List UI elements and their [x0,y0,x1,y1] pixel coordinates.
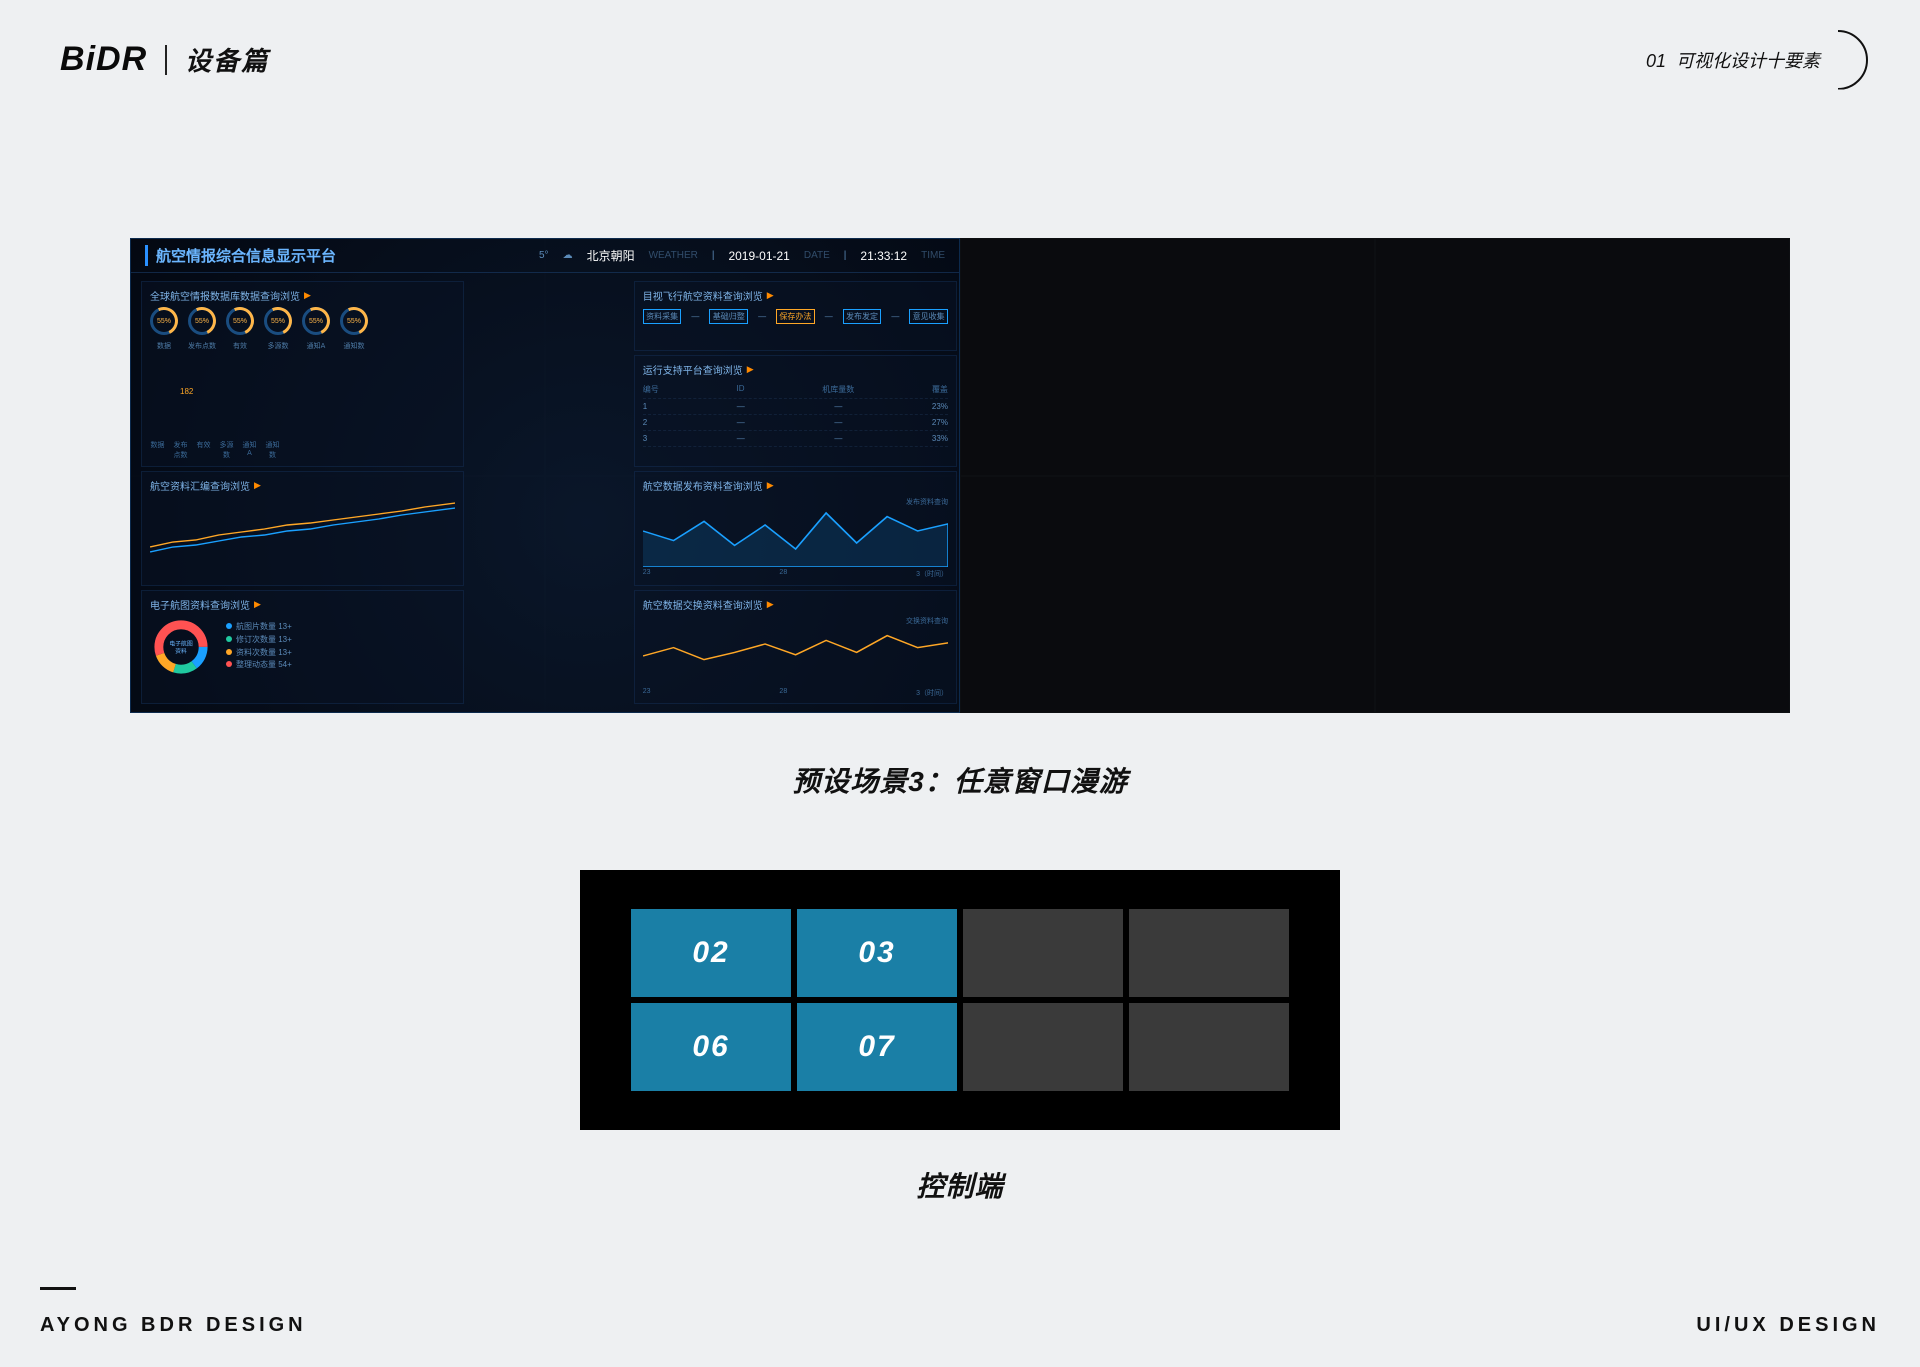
chevron-right-icon: ▶ [304,290,311,301]
gauge-row: 55% 55% 55% 55% 55% 55% [150,307,455,335]
page-number: 01 [1646,51,1666,71]
dashboard-meta: 5° ☁ 北京朝阳 WEATHER | 2019-01-21 DATE | 21… [539,247,945,264]
wall-cell [1375,238,1790,476]
controller-cell-empty[interactable] [963,1003,1123,1091]
donut-legend: 航图片数量 13+ 修订次数量 13+ 资料次数量 13+ 整理动态量 54+ [226,621,292,672]
dashboard-title: 航空情报综合信息显示平台 [145,245,336,266]
controller-panel: 02 03 06 07 [580,870,1340,1130]
panel-compilation: 航空资料汇编查询浏览▶ [141,471,464,586]
panel-operations: 运行支持平台查询浏览▶ 编号 ID 机库量数 覆盖 1——23% 2——27% … [634,355,957,468]
brand-logo: BiDR [60,40,147,79]
donut-icon: 电子航图 资料 [150,616,212,678]
date-label: DATE [804,250,830,261]
controller-cell-empty[interactable] [963,909,1123,997]
footer-right: UI/UX DESIGN [1696,1314,1880,1337]
wall-cell [1375,476,1790,714]
page-header: BiDR 设备篇 01 可视化设计十要素 [60,40,1860,79]
svg-text:资料: 资料 [175,646,187,654]
bar-annotation: 182 [180,387,193,396]
panel-publish: 航空数据发布资料查询浏览▶ 发布资料查询 23 28 3（时间） [634,471,957,586]
controller-cell-07[interactable]: 07 [797,1003,957,1091]
cloud-rain-icon: ☁ [563,250,573,261]
weather-location: 北京朝阳 [587,247,635,264]
chevron-right-icon: ▶ [747,364,754,375]
chevron-right-icon: ▶ [767,480,774,491]
panel-legend: 发布资料查询 [643,497,948,507]
mini-table: 编号 ID 机库量数 覆盖 1——23% 2——27% 3——33% [643,381,948,447]
dashboard-titlebar: 航空情报综合信息显示平台 5° ☁ 北京朝阳 WEATHER | 2019-01… [131,239,959,273]
weather-temp: 5° [539,250,549,261]
bar-chart [150,357,455,437]
bar-x-labels: 数据 发布点数 有效 多源数 通知A 通知数 [150,440,455,460]
controller-cell-empty[interactable] [1129,909,1289,997]
controller-cell-03[interactable]: 03 [797,909,957,997]
panel-legend: 交换资料查询 [643,616,948,626]
video-wall: 航空情报综合信息显示平台 5° ☁ 北京朝阳 WEATHER | 2019-01… [130,238,1790,713]
page-label: 01 可视化设计十要素 [1646,47,1860,73]
svg-text:电子航图: 电子航图 [169,639,193,647]
dashboard-grid: 全球航空情报数据库数据查询浏览▶ 55% 55% 55% 55% 55% 55%… [131,273,959,712]
gauge: 55% [188,307,216,335]
divider-icon [165,45,167,75]
gauge: 55% [150,307,178,335]
center-illustration [468,281,630,704]
controller-cell-empty[interactable] [1129,1003,1289,1091]
chevron-right-icon: ▶ [767,290,774,301]
panel-echart: 电子航图资料查询浏览▶ 电子航图 资料 航图片数量 13+ 修订次数量 13+ [141,590,464,705]
panel-title: 全球航空情报数据库数据查询浏览▶ [150,288,455,303]
controller-cell-02[interactable]: 02 [631,909,791,997]
section-title: 设备篇 [185,41,269,78]
dash-date: 2019-01-21 [728,249,789,263]
controller-cell-06[interactable]: 06 [631,1003,791,1091]
wall-cell [960,476,1375,714]
weather-label: WEATHER [649,250,698,261]
time-label: TIME [921,250,945,261]
line-chart [150,497,455,557]
dashboard-window[interactable]: 航空情报综合信息显示平台 5° ☁ 北京朝阳 WEATHER | 2019-01… [130,238,960,713]
chevron-right-icon: ▶ [767,599,774,610]
wall-cell [960,238,1375,476]
gauge-labels: 数据 发布点数 有效 多源数 通知A 通知数 [150,341,455,351]
controller-caption: 控制端 [0,1165,1920,1205]
page-footer: AYONG BDR DESIGN UI/UX DESIGN [40,1287,1880,1337]
controller-grid: 02 03 06 07 [631,909,1289,1091]
dash-time: 21:33:12 [860,249,907,263]
panel-exchange: 航空数据交换资料查询浏览▶ 交换资料查询 23 28 3（时间） [634,590,957,705]
logo-block: BiDR 设备篇 [60,40,269,79]
footer-dash-icon [40,1287,76,1290]
panel-global-data: 全球航空情报数据库数据查询浏览▶ 55% 55% 55% 55% 55% 55%… [141,281,464,467]
gauge: 55% [264,307,292,335]
panel-visual-flight: 目视飞行航空资料查询浏览▶ 资料采集— 基础归整— 保存办法— 发布发定— 意见… [634,281,957,351]
chevron-right-icon: ▶ [254,599,261,610]
footer-left: AYONG BDR DESIGN [40,1314,307,1336]
page-title: 可视化设计十要素 [1676,51,1820,71]
gauge: 55% [340,307,368,335]
chevron-right-icon: ▶ [254,480,261,491]
wall-caption: 预设场景3：任意窗口漫游 [0,760,1920,800]
gauge: 55% [302,307,330,335]
gauge: 55% [226,307,254,335]
